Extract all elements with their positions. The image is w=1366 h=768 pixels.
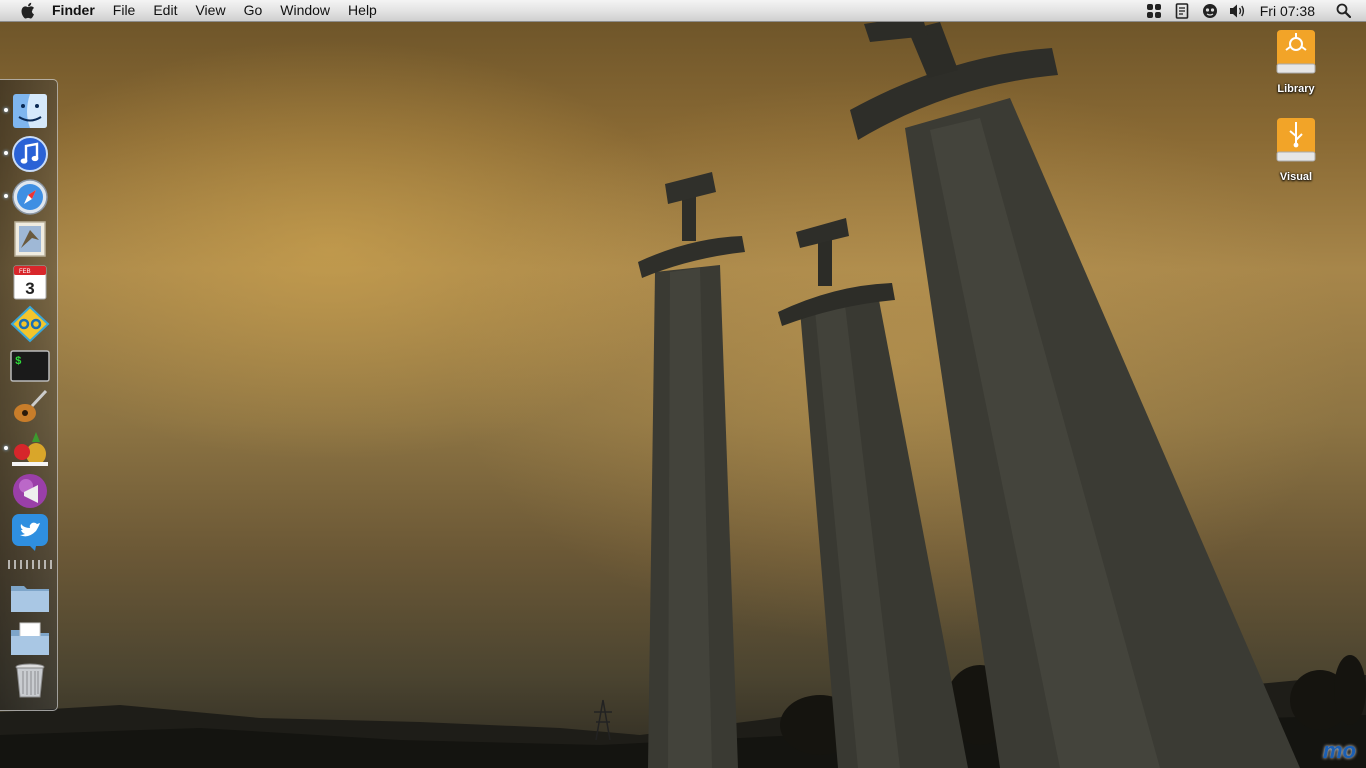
ical-month: FEB [19, 269, 31, 275]
dock-item-safari[interactable] [4, 178, 50, 216]
wallpaper-watermark: mo [1323, 738, 1356, 763]
apple-logo-icon[interactable] [18, 1, 36, 21]
drive-label: Library [1277, 83, 1315, 95]
dock-item-documents-folder[interactable] [10, 620, 50, 658]
menu-go[interactable]: Go [235, 0, 272, 21]
yellow-diamond-app-icon [10, 305, 50, 343]
documents-folder-icon [11, 622, 49, 655]
itunes-icon [12, 136, 48, 172]
dock-item-garageband[interactable] [10, 388, 50, 426]
running-indicator [4, 108, 8, 112]
volume-icon[interactable] [1229, 2, 1247, 20]
dock: FEB 3 $ [0, 79, 58, 711]
usb-drive-icon [1276, 118, 1316, 162]
dock-item-yellow-diamond-app[interactable] [10, 305, 50, 343]
menu-view[interactable]: View [186, 0, 234, 21]
growl-megaphone-icon [13, 474, 47, 508]
running-indicator [4, 151, 8, 155]
folder-icon [11, 586, 49, 612]
fruit-app-icon [12, 432, 48, 466]
terminal-icon: $ [10, 350, 50, 382]
safari-icon [12, 179, 48, 215]
menu-bar: Finder File Edit View Go Window Help Fri… [0, 0, 1366, 22]
dashboard-icon[interactable] [1145, 2, 1163, 20]
dock-separator [8, 560, 52, 569]
running-indicator [4, 446, 8, 450]
mail-icon [14, 221, 46, 257]
swords-in-rock-wallpaper [0, 15, 1366, 768]
growl-icon[interactable] [1201, 2, 1219, 20]
sword-left [638, 172, 745, 768]
menu-edit[interactable]: Edit [144, 0, 186, 21]
script-icon[interactable] [1173, 2, 1191, 20]
finder-icon [13, 94, 47, 128]
desktop-wallpaper [0, 0, 1366, 768]
dock-item-growl[interactable] [10, 472, 50, 510]
dock-item-ical[interactable]: FEB 3 [10, 263, 50, 301]
spotlight-search-icon[interactable] [1334, 2, 1352, 20]
menu-window[interactable]: Window [271, 0, 339, 21]
dock-item-twitter[interactable] [10, 513, 50, 551]
menu-clock[interactable]: Fri 07:38 [1260, 3, 1315, 19]
dock-item-trash[interactable] [10, 662, 50, 700]
ical-date: 3 [25, 279, 34, 298]
ical-icon: FEB 3 [13, 265, 47, 300]
trash-icon [15, 663, 45, 698]
menu-help[interactable]: Help [339, 0, 386, 21]
terminal-prompt: $ [15, 356, 22, 368]
menu-finder[interactable]: Finder [52, 0, 104, 21]
dock-item-folder[interactable] [10, 578, 50, 616]
twitter-bird-icon [12, 514, 48, 551]
dock-item-terminal[interactable]: $ [10, 347, 50, 385]
dock-item-mail[interactable] [10, 220, 50, 258]
garageband-icon [14, 389, 48, 422]
menu-file[interactable]: File [104, 0, 145, 21]
running-indicator [4, 194, 8, 198]
drive-label: Visual [1279, 171, 1313, 183]
desktop-drive-library[interactable]: Library [1256, 28, 1336, 95]
dock-item-finder[interactable] [4, 92, 50, 130]
desktop-drive-visual[interactable]: Visual [1256, 116, 1336, 183]
dock-item-fruit-app[interactable] [4, 430, 50, 468]
firewire-drive-icon [1276, 30, 1316, 74]
dock-item-itunes[interactable] [4, 135, 50, 173]
